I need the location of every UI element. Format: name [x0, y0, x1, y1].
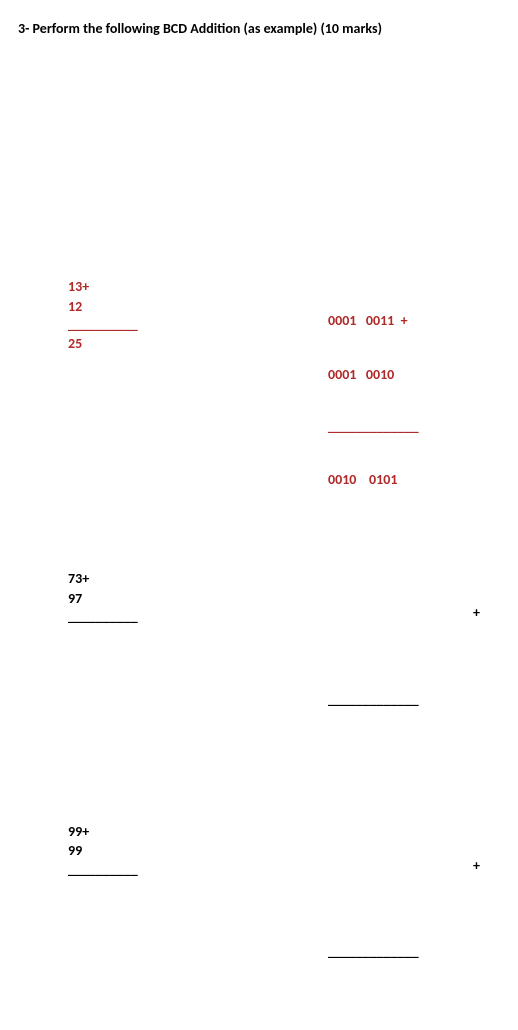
bcd-rule: _____________	[328, 691, 500, 709]
question-title: 3- Perform the following BCD Addition (a…	[18, 20, 500, 37]
decimal-rule: __________	[68, 316, 328, 334]
decimal-addend2: 99	[68, 841, 328, 861]
decimal-column: 73+ 97 __________	[68, 569, 328, 777]
bcd-rule: _____________	[328, 418, 500, 436]
bcd-plus: +	[328, 603, 500, 623]
decimal-rule: __________	[68, 608, 328, 626]
bcd-column: + _____________	[328, 569, 500, 777]
decimal-column: 13+ 12 __________ 25	[68, 277, 328, 524]
decimal-addend1: 73+	[68, 569, 328, 589]
bcd-rule: _____________	[328, 943, 500, 961]
bcd-result: 0010 0101	[328, 470, 500, 490]
bcd-column: 0001 0011 + 0001 0010 _____________ 0010…	[328, 277, 500, 524]
decimal-result: 25	[68, 334, 328, 354]
bcd-addend1: 0001 0011 +	[328, 311, 500, 331]
decimal-addend1: 99+	[68, 822, 328, 842]
problem-example: 13+ 12 __________ 25 0001 0011 + 0001 00…	[18, 277, 500, 524]
bcd-addend2: 0001 0010	[328, 365, 500, 385]
decimal-addend1: 13+	[68, 277, 328, 297]
bcd-plus: +	[328, 856, 500, 876]
decimal-addend2: 97	[68, 589, 328, 609]
decimal-column: 99+ 99 __________	[68, 822, 328, 1030]
decimal-rule: __________	[68, 861, 328, 879]
problem-2: 73+ 97 __________ + _____________	[18, 569, 500, 777]
problem-3: 99+ 99 __________ + _____________	[18, 822, 500, 1030]
decimal-addend2: 12	[68, 297, 328, 317]
bcd-column: + _____________	[328, 822, 500, 1030]
